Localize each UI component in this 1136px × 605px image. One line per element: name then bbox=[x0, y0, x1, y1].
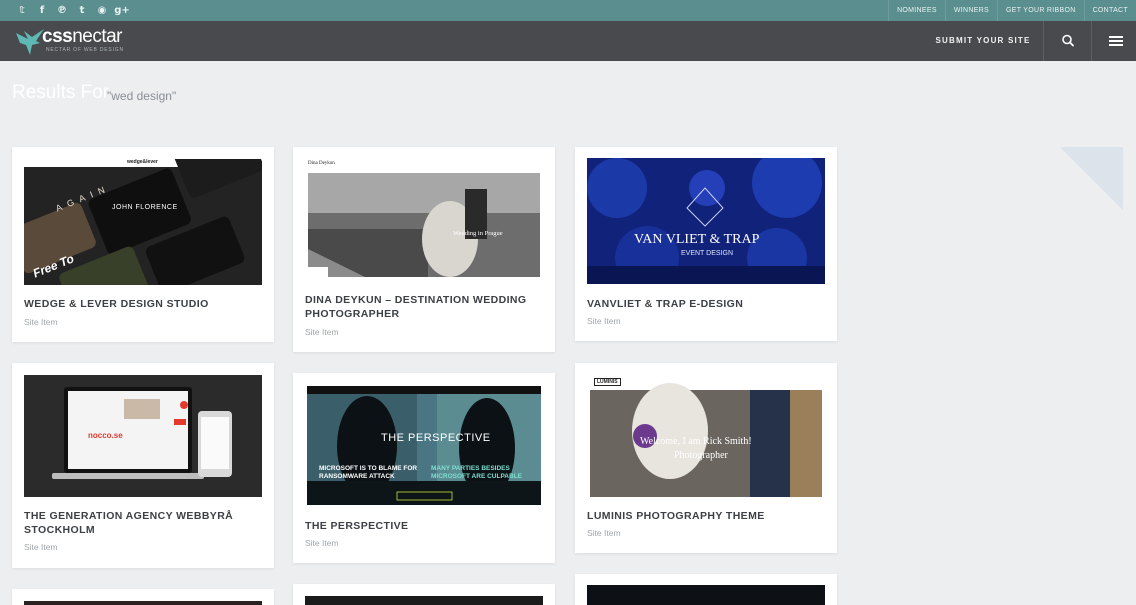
nav-get-your-ribbon[interactable]: GET YOUR RIBBON bbox=[996, 0, 1084, 21]
google-plus-icon[interactable]: g+ bbox=[112, 5, 132, 16]
site-thumbnail[interactable]: LUMINIS Welcome, I am Rick Smith! Photog… bbox=[590, 376, 822, 497]
card-subtitle: Site Item bbox=[24, 317, 58, 327]
menu-button[interactable] bbox=[1091, 21, 1136, 61]
result-card[interactable]: wedge&lever JOHN FLORENCE AGAIN Free To … bbox=[12, 147, 274, 342]
thumb-tagline: EVENT DESIGN bbox=[681, 250, 733, 257]
twitter-icon[interactable]: 𝕥 bbox=[12, 5, 32, 16]
thumb-brand: nocco.se bbox=[88, 431, 123, 440]
site-thumbnail[interactable]: VAN VLIET & TRAP EVENT DESIGN bbox=[587, 158, 825, 284]
site-thumbnail[interactable]: wedge&lever JOHN FLORENCE AGAIN Free To bbox=[24, 159, 262, 285]
card-subtitle: Site Item bbox=[587, 316, 621, 326]
nav-winners[interactable]: WINNERS bbox=[944, 0, 997, 21]
card-title[interactable]: LUMINIS PHOTOGRAPHY THEME bbox=[587, 509, 827, 523]
thumb-headline: Welcome, I am Rick Smith! bbox=[640, 436, 752, 447]
rss-icon[interactable]: ◉ bbox=[92, 5, 112, 16]
thumb-headline: JOHN FLORENCE bbox=[112, 204, 178, 211]
results-label: Results For bbox=[12, 82, 110, 103]
site-logo[interactable]: cssnectar NECTAR OF WEB DESIGN bbox=[14, 26, 134, 58]
main-header: cssnectar NECTAR OF WEB DESIGN SUBMIT YO… bbox=[0, 21, 1136, 61]
card-title[interactable]: DINA DEYKUN – DESTINATION WEDDING PHOTOG… bbox=[305, 293, 545, 321]
nav-nominees[interactable]: NOMINEES bbox=[888, 0, 945, 21]
site-thumbnail[interactable]: THE PERSPECTIVE MICROSOFT IS TO BLAME FO… bbox=[307, 386, 541, 505]
site-thumbnail[interactable]: nocco.se bbox=[24, 375, 262, 497]
card-title[interactable]: THE PERSPECTIVE bbox=[305, 519, 545, 533]
thumb-subline: Photographer bbox=[674, 450, 728, 461]
thumb-brand: Dina Deykun bbox=[308, 161, 335, 166]
card-title[interactable]: THE GENERATION AGENCY WEBBYRÅ STOCKHOLM bbox=[24, 509, 264, 537]
decorative-triangle bbox=[1060, 147, 1123, 210]
card-subtitle: Site Item bbox=[305, 538, 339, 548]
site-thumbnail[interactable] bbox=[305, 596, 543, 605]
top-bar: 𝕥 f ℗ t ◉ g+ NOMINEES WINNERS GET YOUR R… bbox=[0, 0, 1136, 21]
top-nav: NOMINEES WINNERS GET YOUR RIBBON CONTACT bbox=[888, 0, 1136, 21]
tumblr-icon[interactable]: t bbox=[72, 5, 92, 16]
card-subtitle: Site Item bbox=[305, 327, 339, 337]
thumbnail-image bbox=[587, 158, 825, 284]
result-card[interactable] bbox=[575, 574, 837, 605]
result-card[interactable]: VAN VLIET & TRAP EVENT DESIGN VANVLIET &… bbox=[575, 147, 837, 341]
card-title[interactable]: VANVLIET & TRAP E-DESIGN bbox=[587, 297, 827, 311]
nav-contact[interactable]: CONTACT bbox=[1083, 0, 1136, 21]
thumbnail-image bbox=[307, 386, 541, 505]
thumb-brand: wedge&lever bbox=[127, 159, 158, 165]
result-card[interactable]: Dina Deykun Wedding in Prague DINA DEYKU… bbox=[293, 147, 555, 352]
site-thumbnail[interactable]: Dina Deykun Wedding in Prague bbox=[305, 159, 543, 278]
result-card[interactable] bbox=[293, 584, 555, 605]
thumb-right-headline: MANY PARTIES BESIDES MICROSOFT ARE CULPA… bbox=[431, 465, 522, 480]
result-card[interactable] bbox=[12, 589, 274, 605]
card-subtitle: Site Item bbox=[24, 542, 58, 552]
thumb-headline: VAN VLIET & TRAP bbox=[634, 232, 760, 247]
site-thumbnail[interactable] bbox=[587, 585, 825, 605]
facebook-icon[interactable]: f bbox=[32, 5, 52, 16]
hamburger-menu-icon bbox=[1109, 36, 1123, 46]
result-card[interactable]: THE PERSPECTIVE MICROSOFT IS TO BLAME FO… bbox=[293, 373, 555, 563]
logo-tagline: NECTAR OF WEB DESIGN bbox=[46, 47, 124, 53]
thumbnail-image bbox=[305, 159, 543, 277]
thumb-left-headline: MICROSOFT IS TO BLAME FOR RANSOMWARE ATT… bbox=[319, 465, 418, 480]
pinterest-icon[interactable]: ℗ bbox=[52, 5, 72, 16]
thumb-logo: THE PERSPECTIVE bbox=[381, 432, 491, 444]
thumbnail-image bbox=[24, 375, 262, 497]
thumb-brand: LUMINIS bbox=[594, 378, 621, 386]
card-subtitle: Site Item bbox=[587, 528, 621, 538]
search-button[interactable] bbox=[1043, 21, 1091, 61]
result-card[interactable]: LUMINIS Welcome, I am Rick Smith! Photog… bbox=[575, 363, 837, 553]
results-query: "wed design" bbox=[107, 89, 177, 103]
card-title[interactable]: WEDGE & LEVER DESIGN STUDIO bbox=[24, 297, 264, 311]
thumb-caption: Wedding in Prague bbox=[453, 230, 503, 237]
result-card[interactable]: nocco.se THE GENERATION AGENCY WEBBYRÅ S… bbox=[12, 363, 274, 568]
search-icon bbox=[1062, 34, 1074, 47]
site-thumbnail[interactable] bbox=[24, 601, 262, 605]
social-links: 𝕥 f ℗ t ◉ g+ bbox=[12, 0, 132, 21]
logo-wordmark: cssnectar bbox=[42, 26, 123, 47]
submit-site-button[interactable]: SUBMIT YOUR SITE bbox=[923, 21, 1043, 61]
